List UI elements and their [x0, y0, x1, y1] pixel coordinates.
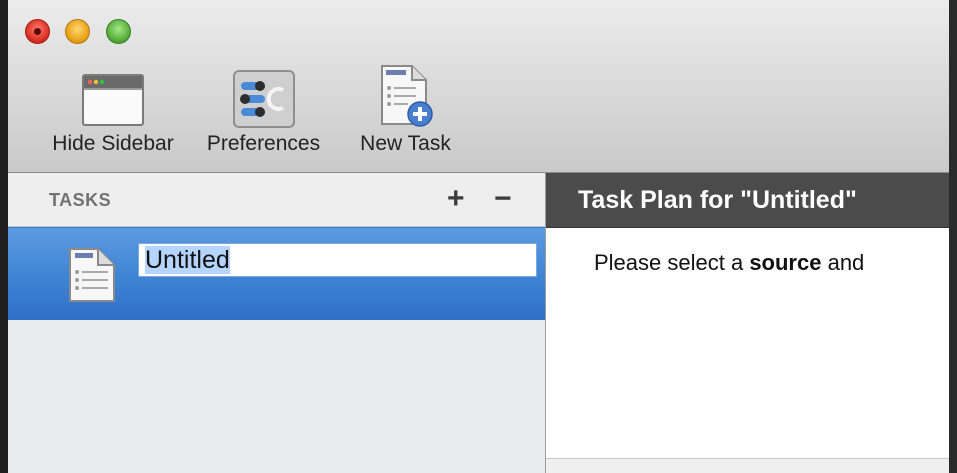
sidebar-header: TASKS + − [8, 173, 545, 227]
instruction-source-word: source [749, 250, 822, 275]
zoom-window-button[interactable] [106, 19, 131, 44]
add-task-button[interactable]: + [447, 181, 465, 217]
task-name-field[interactable]: Untitled [138, 243, 537, 277]
instruction-text: Please select a source and [594, 250, 864, 276]
main-panel: Task Plan for "Untitled" Please select a… [546, 173, 957, 473]
preferences-label: Preferences [206, 132, 321, 155]
hide-sidebar-label: Hide Sidebar [52, 132, 174, 155]
window-icon [82, 74, 144, 126]
main-header: Task Plan for "Untitled" [546, 173, 957, 228]
new-task-label: New Task [360, 132, 451, 155]
new-task-button[interactable]: New Task [348, 64, 463, 156]
instruction-suffix: and [821, 250, 865, 275]
hide-sidebar-button[interactable]: Hide Sidebar [28, 64, 198, 156]
switches-icon [232, 70, 295, 128]
bottom-bar [546, 458, 957, 473]
sidebar-title: TASKS [49, 190, 112, 210]
minimize-window-button[interactable] [65, 19, 90, 44]
new-document-icon [380, 65, 433, 127]
sidebar: TASKS + − Untitled [8, 173, 546, 473]
close-window-button[interactable] [25, 19, 50, 44]
remove-task-button[interactable]: − [494, 181, 512, 217]
document-icon [69, 248, 115, 302]
instruction-prefix: Please select a [594, 250, 750, 275]
preferences-button[interactable]: Preferences [196, 64, 331, 156]
app-window: Hide Sidebar Preferences New Task TASKS … [8, 0, 957, 473]
toolbar: Hide Sidebar Preferences New Task [8, 0, 957, 173]
sidebar-item-untitled[interactable]: Untitled [8, 227, 545, 320]
window-edge [949, 0, 957, 473]
task-name-text: Untitled [145, 246, 230, 274]
page-title: Task Plan for "Untitled" [578, 186, 857, 214]
